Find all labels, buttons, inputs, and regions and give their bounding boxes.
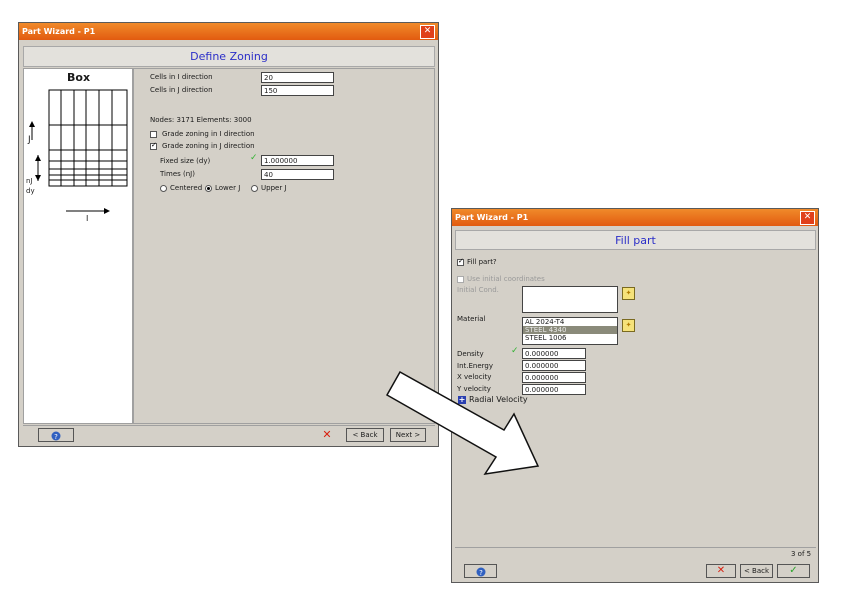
nj-label: nJ xyxy=(26,177,33,185)
back-label-2: Back xyxy=(752,567,770,575)
back-label: Back xyxy=(360,431,378,439)
window-title: Part Wizard - P1 xyxy=(19,23,438,40)
y-velocity-label: Y velocity xyxy=(457,385,491,393)
grade-i-label: Grade zoning in I direction xyxy=(162,130,255,138)
define-zoning-window: Part Wizard - P1 ✕ Define Zoning Box J n… xyxy=(18,22,439,447)
y-velocity-input[interactable]: 0.000000 xyxy=(522,384,586,395)
radio-upper-j-label: Upper J xyxy=(261,184,287,192)
material-item[interactable]: STEEL 1006 xyxy=(523,334,617,342)
int-energy-input[interactable]: 0.000000 xyxy=(522,360,586,371)
x-velocity-input[interactable]: 0.000000 xyxy=(522,372,586,383)
help-icon: ? xyxy=(476,567,485,577)
window-title-2: Part Wizard - P1 xyxy=(452,209,818,226)
folder-icon[interactable]: ✦ xyxy=(622,319,635,332)
cells-j-label: Cells in J direction xyxy=(150,86,213,94)
use-initial-checkbox[interactable] xyxy=(457,276,464,283)
page-header: Define Zoning xyxy=(23,46,435,67)
i-axis-label: I xyxy=(86,214,89,223)
fixed-size-input[interactable]: 1.000000 xyxy=(261,155,334,166)
status-strip xyxy=(23,425,435,427)
material-label: Material xyxy=(457,315,486,323)
int-energy-label: Int.Energy xyxy=(457,362,493,370)
folder-icon[interactable]: ✦ xyxy=(622,287,635,300)
expand-icon[interactable]: + xyxy=(458,396,466,404)
x-velocity-label: X velocity xyxy=(457,373,492,381)
zoning-diagram: Box J nJ dy I xyxy=(23,68,133,424)
cells-i-input[interactable]: 20 xyxy=(261,72,334,83)
fixed-size-label: Fixed size (dy) xyxy=(160,157,211,165)
cells-i-label: Cells in I direction xyxy=(150,73,213,81)
use-initial-label: Use initial coordinates xyxy=(467,275,545,283)
material-item-selected[interactable]: STEEL 4340 xyxy=(523,326,617,334)
next-label: Next xyxy=(395,431,413,439)
dy-label: dy xyxy=(26,187,35,195)
times-label: Times (nJ) xyxy=(160,170,195,178)
grade-j-checkbox[interactable] xyxy=(150,141,157,150)
radio-lower-j-label: Lower J xyxy=(215,184,241,192)
nodes-elements-text: Nodes: 3171 Elements: 3000 xyxy=(150,116,252,124)
valid-check-icon: ✓ xyxy=(511,346,519,356)
radio-lower-j[interactable] xyxy=(205,185,212,192)
page-indicator: 3 of 5 xyxy=(791,550,812,558)
material-list[interactable]: AL 2024-T4 STEEL 4340 STEEL 1006 xyxy=(522,317,618,345)
material-item[interactable]: AL 2024-T4 xyxy=(523,318,617,326)
radio-centered-label: Centered xyxy=(170,184,203,192)
fill-part-checkbox[interactable] xyxy=(457,257,464,266)
cancel-button[interactable]: ✕ xyxy=(706,564,736,578)
initial-cond-list[interactable] xyxy=(522,286,618,313)
back-button[interactable]: < Back xyxy=(740,564,773,578)
svg-text:?: ? xyxy=(479,569,483,577)
cells-j-input[interactable]: 150 xyxy=(261,85,334,96)
help-icon: ? xyxy=(51,431,61,441)
density-label: Density xyxy=(457,350,484,358)
box-label: Box xyxy=(67,71,91,84)
times-input[interactable]: 40 xyxy=(261,169,334,180)
svg-text:?: ? xyxy=(54,433,58,441)
cancel-button[interactable]: ✕ xyxy=(313,428,341,442)
grade-j-label: Grade zoning in J direction xyxy=(162,142,255,150)
radial-velocity-label[interactable]: Radial Velocity xyxy=(469,395,528,404)
zoning-form: Cells in I direction 20 Cells in J direc… xyxy=(133,68,435,424)
help-button[interactable]: ? xyxy=(38,428,74,442)
j-axis-label: J xyxy=(28,135,31,145)
next-button[interactable]: Next > xyxy=(390,428,426,442)
grade-i-checkbox[interactable] xyxy=(150,131,157,138)
radio-upper-j[interactable] xyxy=(251,185,258,192)
initial-cond-label: Initial Cond. xyxy=(457,286,499,294)
fill-part-window: Part Wizard - P1 ✕ Fill part Fill part? … xyxy=(451,208,819,583)
density-input[interactable]: 0.000000 xyxy=(522,348,586,359)
status-strip-2 xyxy=(455,547,816,548)
help-button[interactable]: ? xyxy=(464,564,497,578)
close-icon[interactable]: ✕ xyxy=(420,25,435,39)
fill-part-label: Fill part? xyxy=(467,258,497,266)
finish-button[interactable]: ✓ xyxy=(777,564,810,578)
back-button[interactable]: < Back xyxy=(346,428,384,442)
valid-check-icon: ✓ xyxy=(250,153,258,163)
grid-diagram xyxy=(29,89,128,214)
radio-centered[interactable] xyxy=(160,185,167,192)
page-header-2: Fill part xyxy=(455,230,816,250)
close-icon[interactable]: ✕ xyxy=(800,211,815,225)
